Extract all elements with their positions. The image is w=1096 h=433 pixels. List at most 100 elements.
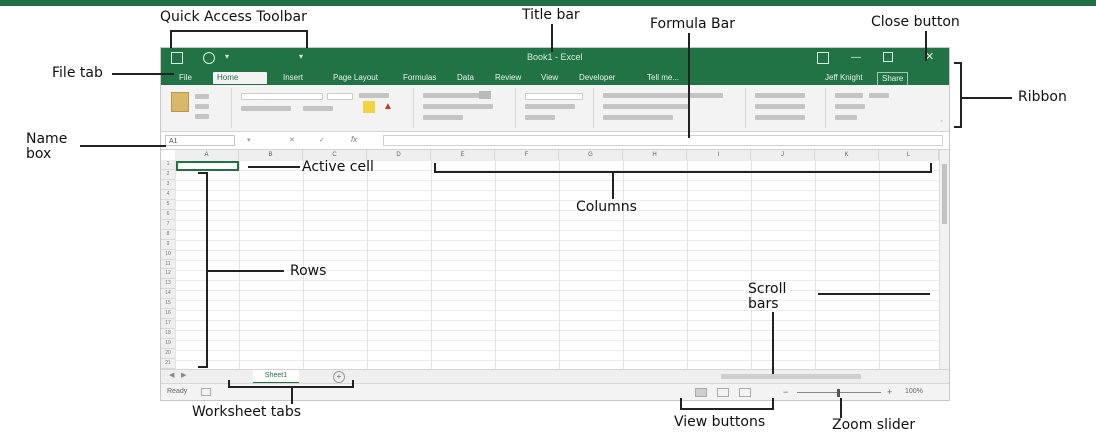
tab-insert[interactable]: Insert [279, 72, 307, 84]
row-header[interactable]: 6 [161, 210, 175, 220]
row-header[interactable]: 15 [161, 299, 175, 310]
active-cell[interactable] [176, 161, 239, 171]
cancel-entry-icon[interactable]: ✕ [289, 136, 295, 144]
wrap-text-icon[interactable] [479, 91, 491, 99]
zoom-in-icon[interactable]: + [887, 387, 892, 397]
zoom-out-icon[interactable]: − [783, 387, 788, 397]
column-header[interactable]: H [623, 150, 687, 160]
bracket-columns-right [930, 163, 932, 173]
tab-view[interactable]: View [537, 72, 562, 84]
undo-icon[interactable] [203, 52, 215, 64]
collapse-ribbon-icon[interactable]: ˆ [941, 121, 943, 128]
share-button[interactable]: Share [877, 72, 909, 86]
row-header[interactable]: 17 [161, 319, 175, 330]
zoom-slider-thumb[interactable] [837, 389, 840, 397]
column-header[interactable]: D [367, 150, 431, 160]
tab-formulas[interactable]: Formulas [399, 72, 440, 84]
tab-scroll-right-icon[interactable]: ▶ [181, 371, 186, 379]
column-header[interactable]: L [879, 150, 939, 160]
page-layout-view-button[interactable] [717, 388, 729, 397]
column-header[interactable]: A [175, 150, 239, 160]
font-color-icon[interactable]: ▲ [383, 101, 395, 113]
save-icon[interactable] [171, 52, 183, 64]
fill-color-icon[interactable] [363, 101, 375, 113]
row-header[interactable]: 12 [161, 269, 175, 280]
bracket-quick-access-right [306, 30, 308, 48]
bracket-worksheet-tabs-left [228, 380, 230, 388]
row-header[interactable]: 2 [161, 170, 175, 180]
qat-dropdown-icon[interactable]: ▾ [225, 52, 237, 64]
bracket-ribbon-bottom [954, 126, 962, 128]
row-header[interactable]: 11 [161, 260, 175, 270]
leader-formula-bar [688, 33, 690, 138]
bracket-columns [434, 171, 932, 173]
account-name[interactable]: Jeff Knight [821, 72, 867, 84]
sheet-tab[interactable]: Sheet1 [253, 370, 299, 384]
tab-home[interactable]: Home [213, 72, 267, 84]
row-header[interactable]: 1 [161, 160, 175, 170]
tab-page-layout[interactable]: Page Layout [329, 72, 382, 84]
tab-data[interactable]: Data [453, 72, 478, 84]
row-header[interactable]: 7 [161, 220, 175, 230]
row-header[interactable]: 14 [161, 289, 175, 300]
row-header[interactable]: 8 [161, 230, 175, 240]
label-title-bar: Title bar [522, 7, 580, 23]
top-green-stripe [0, 0, 1096, 6]
title-bar: ▾ ▾ Book1 - Excel — ✕ [161, 48, 949, 70]
enter-entry-icon[interactable]: ✓ [319, 136, 325, 144]
label-worksheet-tabs: Worksheet tabs [192, 404, 302, 420]
label-name-box: Name [26, 131, 68, 147]
normal-view-button[interactable] [695, 388, 707, 397]
name-box[interactable]: A1 [165, 135, 235, 146]
vertical-scroll-thumb[interactable] [942, 164, 947, 224]
row-header[interactable]: 16 [161, 309, 175, 320]
add-sheet-button[interactable]: + [333, 371, 345, 383]
column-header[interactable]: F [495, 150, 559, 160]
row-header[interactable]: 3 [161, 180, 175, 190]
row-header[interactable]: 21 [161, 359, 175, 369]
maximize-icon[interactable] [883, 52, 893, 62]
row-header[interactable]: 18 [161, 329, 175, 340]
row-header[interactable]: 19 [161, 339, 175, 350]
bracket-quick-access-left [170, 30, 172, 48]
minimize-icon[interactable]: — [851, 52, 861, 63]
formula-input[interactable] [383, 135, 943, 146]
font-group: ▲ [233, 88, 414, 128]
leader-rows [206, 270, 284, 272]
row-header[interactable]: 9 [161, 240, 175, 250]
insert-function-icon[interactable]: fx [351, 135, 357, 144]
column-header[interactable]: K [815, 150, 879, 160]
vertical-scrollbar[interactable] [939, 150, 949, 369]
excel-window: ▾ ▾ Book1 - Excel — ✕ File Home Insert P… [160, 47, 950, 401]
row-header[interactable]: 4 [161, 190, 175, 200]
paste-icon[interactable] [171, 92, 189, 112]
tab-developer[interactable]: Developer [575, 72, 619, 84]
customize-qat-icon[interactable]: ▾ [299, 52, 311, 64]
page-break-view-button[interactable] [739, 388, 751, 397]
tab-review[interactable]: Review [491, 72, 525, 84]
column-header[interactable]: J [751, 150, 815, 160]
macro-record-icon[interactable] [201, 388, 211, 396]
leader-columns [612, 171, 614, 199]
row-header[interactable]: 10 [161, 250, 175, 260]
column-header[interactable]: B [239, 150, 303, 160]
row-header[interactable]: 20 [161, 349, 175, 360]
column-header[interactable]: I [687, 150, 751, 160]
namebox-dropdown-icon[interactable]: ▾ [247, 136, 251, 144]
horizontal-scroll-thumb[interactable] [721, 374, 861, 379]
styles-group [595, 88, 746, 128]
row-header[interactable]: 13 [161, 279, 175, 290]
zoom-level[interactable]: 100% [905, 388, 923, 395]
leader-scroll-bars-vertical [818, 293, 930, 295]
ribbon-display-options-icon[interactable] [817, 52, 829, 64]
tell-me-box[interactable]: Tell me... [643, 72, 683, 84]
tab-file[interactable]: File [175, 72, 196, 84]
column-header[interactable]: G [559, 150, 623, 160]
column-header[interactable]: E [431, 150, 495, 160]
row-headers: 1 2 3 4 5 6 7 8 9 10 11 12 13 14 15 16 17 18 19 20 21 [161, 160, 176, 369]
row-header[interactable]: 5 [161, 200, 175, 210]
bracket-worksheet-tabs-right [352, 380, 354, 388]
tab-scroll-left-icon[interactable]: ◀ [169, 371, 174, 379]
leader-zoom-slider [840, 398, 842, 418]
label-view-buttons: View buttons [674, 414, 766, 430]
